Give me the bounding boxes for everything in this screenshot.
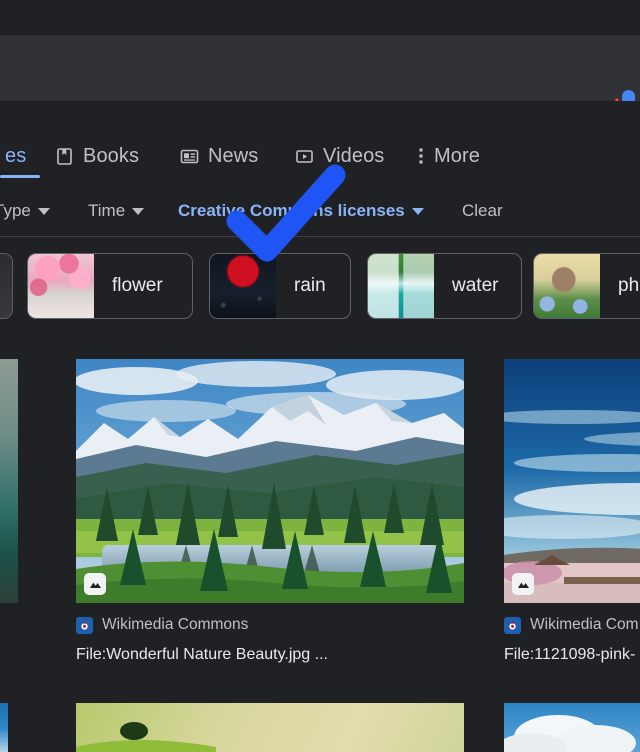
tab-books[interactable]: Books [55, 126, 139, 186]
filter-type-label: Type [0, 201, 31, 220]
result-thumbnail[interactable] [76, 359, 464, 603]
chevron-down-icon [37, 207, 50, 215]
result-thumbnail[interactable] [76, 703, 464, 752]
chip-thumbnail [0, 254, 12, 318]
top-chrome-strip [0, 0, 640, 35]
chip-thumbnail-photography [534, 254, 600, 318]
chip-rain-label: rain [294, 275, 326, 296]
result-thumbnail[interactable] [504, 359, 640, 603]
chip-photography-label: ph [618, 275, 640, 296]
tab-books-label: Books [83, 144, 140, 167]
chip-thumbnail-water [368, 254, 434, 318]
result-title[interactable]: File:Wonderful Nature Beauty.jpg ... [76, 646, 464, 664]
result-thumbnail[interactable] [504, 703, 640, 752]
search-filters-row: Type Time Creative Commons licenses Clea… [0, 186, 640, 236]
chip-water-label: water [452, 275, 499, 296]
chip-flower[interactable]: flower [27, 253, 193, 319]
result-thumbnail[interactable] [0, 703, 8, 752]
filter-time[interactable]: Time [88, 186, 145, 236]
chip-photography[interactable]: ph [533, 253, 640, 319]
tab-videos-label: Videos [323, 144, 385, 167]
result-source: Wikimedia Commons [76, 616, 464, 634]
filter-type[interactable]: Type [0, 186, 50, 236]
result-title[interactable]: File:1121098-pink- [504, 646, 640, 664]
google-images-search-screen: es Books News Videos More ype Time Creat… [0, 0, 640, 752]
result-card-partial-left[interactable] [0, 359, 18, 603]
related-search-chips-row: flower rain water ph [0, 237, 640, 347]
filter-time-label: Time [88, 201, 126, 220]
tab-news[interactable]: News [180, 126, 258, 186]
tab-images-label: es [5, 144, 27, 167]
result-card-row2-center[interactable] [76, 703, 464, 752]
tab-news-label: News [208, 144, 259, 167]
tab-videos[interactable]: Videos [295, 126, 384, 186]
wikimedia-commons-favicon [504, 616, 521, 634]
active-tab-underline [0, 175, 40, 178]
filter-creative-commons-licenses[interactable]: Creative Commons licenses [178, 186, 424, 236]
more-vertical-icon [417, 146, 425, 166]
image-badge-icon [512, 573, 534, 595]
image-results-grid: Wikimedia Commons File:Wonderful Nature … [0, 347, 640, 752]
tab-more[interactable]: More [417, 126, 480, 186]
filter-clear-label: Clear [462, 201, 503, 220]
chip-rain[interactable]: rain [209, 253, 351, 319]
below-search-spacer [0, 101, 640, 126]
book-icon [55, 147, 74, 166]
chevron-down-icon [411, 207, 424, 215]
result-source-name: Wikimedia Commons [102, 616, 249, 633]
result-card-wonderful-nature-beauty[interactable]: Wikimedia Commons File:Wonderful Nature … [76, 359, 464, 664]
video-play-icon [295, 147, 314, 166]
news-icon [180, 147, 199, 166]
tab-more-label: More [434, 144, 480, 167]
filter-clear-button[interactable]: Clear [462, 186, 503, 236]
result-source: Wikimedia Com [504, 616, 640, 634]
result-thumbnail[interactable] [0, 359, 18, 603]
search-bar-band[interactable] [0, 35, 640, 114]
chip-partial-left[interactable] [0, 253, 13, 319]
wikimedia-commons-favicon [76, 616, 93, 634]
image-badge-icon [84, 573, 106, 595]
chip-water[interactable]: water [367, 253, 522, 319]
search-tabs-row: es Books News Videos More [0, 126, 640, 186]
filter-creative-commons-label: Creative Commons licenses [178, 201, 405, 220]
result-card-row2-right[interactable] [504, 703, 640, 752]
chip-flower-label: flower [112, 275, 163, 296]
result-source-name: Wikimedia Com [530, 616, 639, 633]
result-card-pink-blossom[interactable]: Wikimedia Com File:1121098-pink- [504, 359, 640, 664]
chip-thumbnail-flower [28, 254, 94, 318]
result-card-partial-row2-left[interactable] [0, 703, 8, 752]
chevron-down-icon [132, 207, 145, 215]
chip-thumbnail-rain [210, 254, 276, 318]
